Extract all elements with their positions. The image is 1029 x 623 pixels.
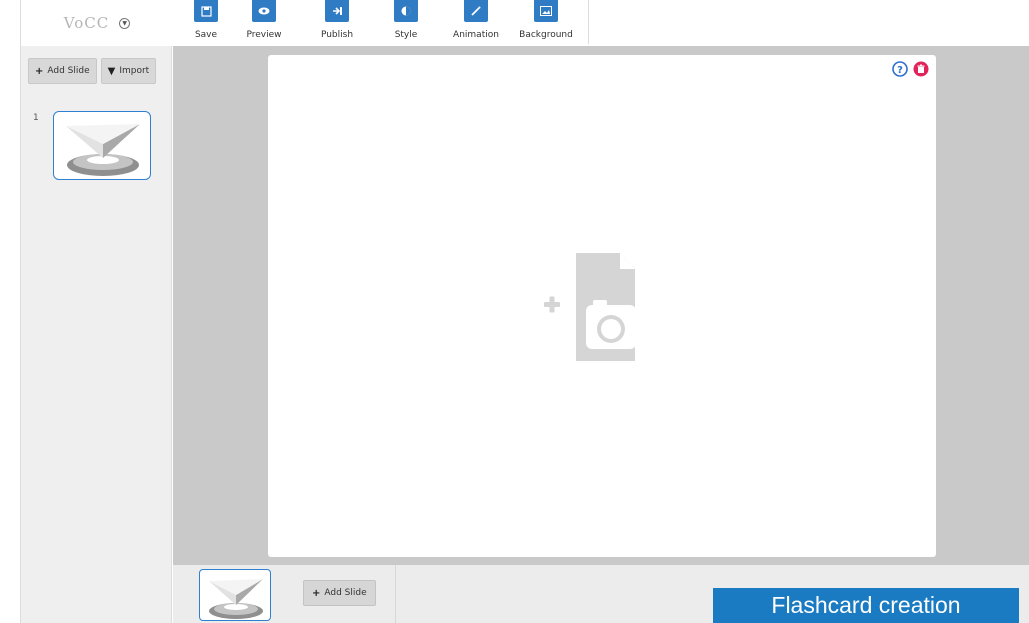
main-toolbar: Save Preview Publish Style Animation Bac… <box>173 0 1029 46</box>
logo-area[interactable]: VoCC ▼ <box>21 0 173 46</box>
sidebar-actions: + Add Slide ▼ Import <box>21 58 173 84</box>
publish-label: Publish <box>320 30 354 40</box>
import-label: Import <box>119 66 150 76</box>
toolbar-divider <box>588 0 589 44</box>
add-slide-button[interactable]: + Add Slide <box>28 58 97 84</box>
add-slide-label: Add Slide <box>47 66 90 76</box>
preview-button[interactable]: Preview <box>240 0 288 46</box>
import-button[interactable]: ▼ Import <box>100 58 157 84</box>
image-icon <box>534 0 558 22</box>
filter-icon: ▼ <box>107 65 116 77</box>
style-button[interactable]: Style <box>388 0 424 46</box>
preview-label: Preview <box>246 30 282 40</box>
magic-wand-icon <box>464 0 488 22</box>
slide-canvas[interactable]: ? <box>268 55 936 557</box>
bottom-add-slide-button[interactable]: + Add Slide <box>303 580 376 606</box>
app-window: VoCC ▼ + Add Slide ▼ Import 1 Save Previ… <box>0 0 1029 623</box>
svg-text:?: ? <box>897 65 903 76</box>
publish-icon <box>325 0 349 22</box>
slide-sidebar: VoCC ▼ + Add Slide ▼ Import 1 <box>20 0 173 623</box>
save-button[interactable]: Save <box>186 0 226 46</box>
caption-banner: Flashcard creation <box>713 588 1019 623</box>
background-button[interactable]: Background <box>518 0 574 46</box>
bottom-divider <box>395 565 396 623</box>
background-label: Background <box>519 30 573 40</box>
trash-icon[interactable] <box>913 61 929 77</box>
eye-icon <box>252 0 276 22</box>
save-icon <box>194 0 218 22</box>
save-label: Save <box>194 30 218 40</box>
editor-canvas-area: ? <box>173 46 1029 565</box>
publish-button[interactable]: Publish <box>317 0 357 46</box>
style-label: Style <box>394 30 418 40</box>
chevron-down-icon[interactable]: ▼ <box>119 17 131 29</box>
plus-icon: + <box>35 65 44 77</box>
animation-label: Animation <box>453 30 499 40</box>
animation-button[interactable]: Animation <box>449 0 503 46</box>
add-image-icon[interactable] <box>538 247 668 362</box>
bottom-add-slide-label: Add Slide <box>324 588 367 598</box>
bottom-slide-thumbnail[interactable] <box>199 569 271 621</box>
slide-thumbnail[interactable] <box>53 111 151 180</box>
contrast-icon <box>394 0 418 22</box>
app-logo: VoCC <box>63 14 110 32</box>
slide-number: 1 <box>33 113 39 123</box>
help-icon[interactable]: ? <box>892 61 908 77</box>
slide-preview-image <box>209 579 263 619</box>
plus-icon: + <box>312 587 321 599</box>
slide-preview-image <box>66 124 140 176</box>
